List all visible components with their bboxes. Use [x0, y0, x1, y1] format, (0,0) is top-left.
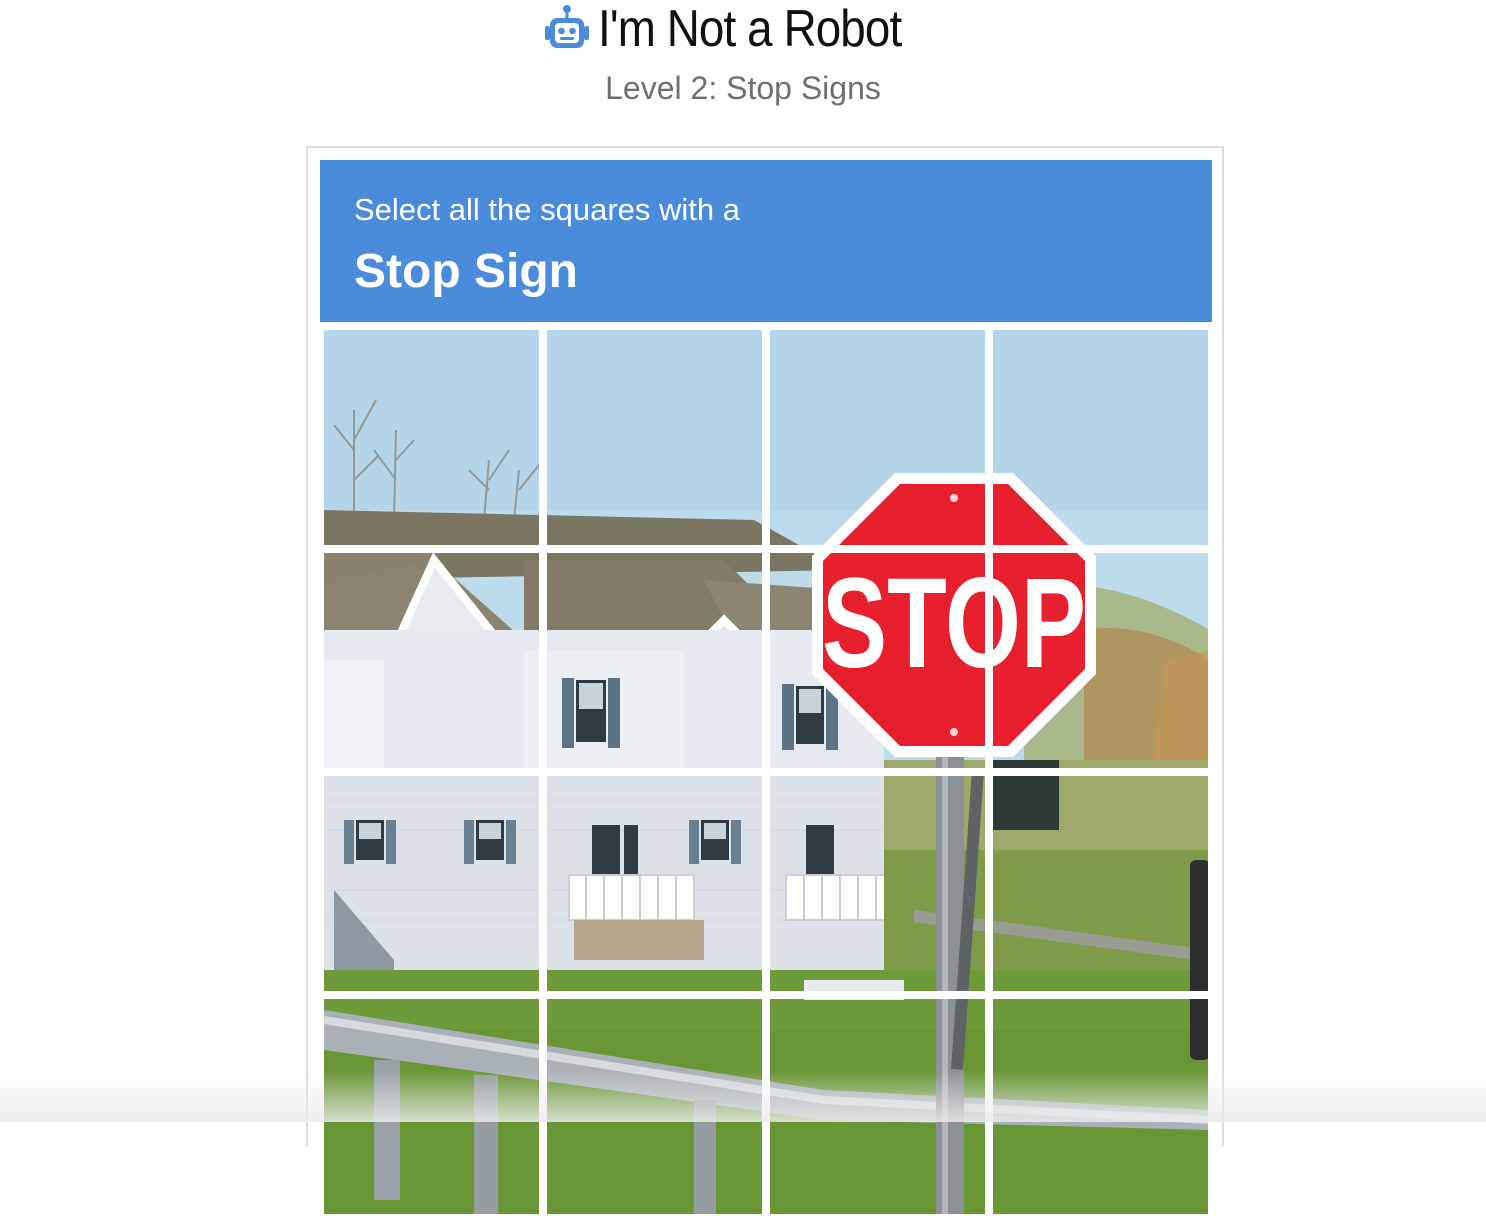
grid-tile-r2-c4[interactable]: [993, 553, 1208, 768]
instruction-text: Select all the squares with a: [354, 192, 740, 227]
robot-icon: [544, 5, 589, 48]
instruction-banner: Select all the squares with a Stop Sign: [320, 160, 1212, 322]
tile-image: [993, 553, 1208, 768]
grid-tile-r4-c1[interactable]: [324, 999, 539, 1214]
grid-tile-r1-c4[interactable]: [993, 330, 1208, 545]
instruction-target: Stop Sign: [354, 245, 578, 298]
grid-tile-r4-c4[interactable]: [993, 999, 1208, 1214]
captcha-widget: Select all the squares with a Stop Sign: [306, 146, 1224, 1146]
level-subtitle: Level 2: Stop Signs: [605, 70, 881, 106]
tile-image: [547, 330, 762, 545]
grid-tile-r3-c4[interactable]: [993, 776, 1208, 991]
title-row: I'm Not a Robot: [0, 0, 1486, 58]
grid-tile-r3-c1[interactable]: [324, 776, 539, 991]
tile-image: [993, 999, 1208, 1214]
tile-image: [770, 330, 985, 545]
tile-image: [993, 330, 1208, 545]
tile-image: [770, 776, 985, 991]
tile-image: [324, 553, 539, 768]
tile-image: [547, 999, 762, 1214]
grid-tile-r3-c2[interactable]: [547, 776, 762, 991]
grid-tile-r4-c2[interactable]: [547, 999, 762, 1214]
grid-tile-r4-c3[interactable]: [770, 999, 985, 1214]
tile-image: [770, 999, 985, 1214]
tile-image: [324, 776, 539, 991]
tile-image: [547, 553, 762, 768]
page-title: I'm Not a Robot: [597, 0, 902, 58]
tile-image: [770, 553, 985, 768]
tile-image: [324, 999, 539, 1214]
image-grid: [324, 330, 1210, 1216]
grid-tile-r1-c3[interactable]: [770, 330, 985, 545]
tile-image: [324, 330, 539, 545]
grid-tile-r1-c1[interactable]: [324, 330, 539, 545]
tile-image: [547, 776, 762, 991]
grid-tile-r2-c1[interactable]: [324, 553, 539, 768]
grid-tile-r3-c3[interactable]: [770, 776, 985, 991]
grid-tile-r2-c3[interactable]: [770, 553, 985, 768]
grid-tile-r1-c2[interactable]: [547, 330, 762, 545]
grid-tile-r2-c2[interactable]: [547, 553, 762, 768]
tile-image: [993, 776, 1208, 991]
